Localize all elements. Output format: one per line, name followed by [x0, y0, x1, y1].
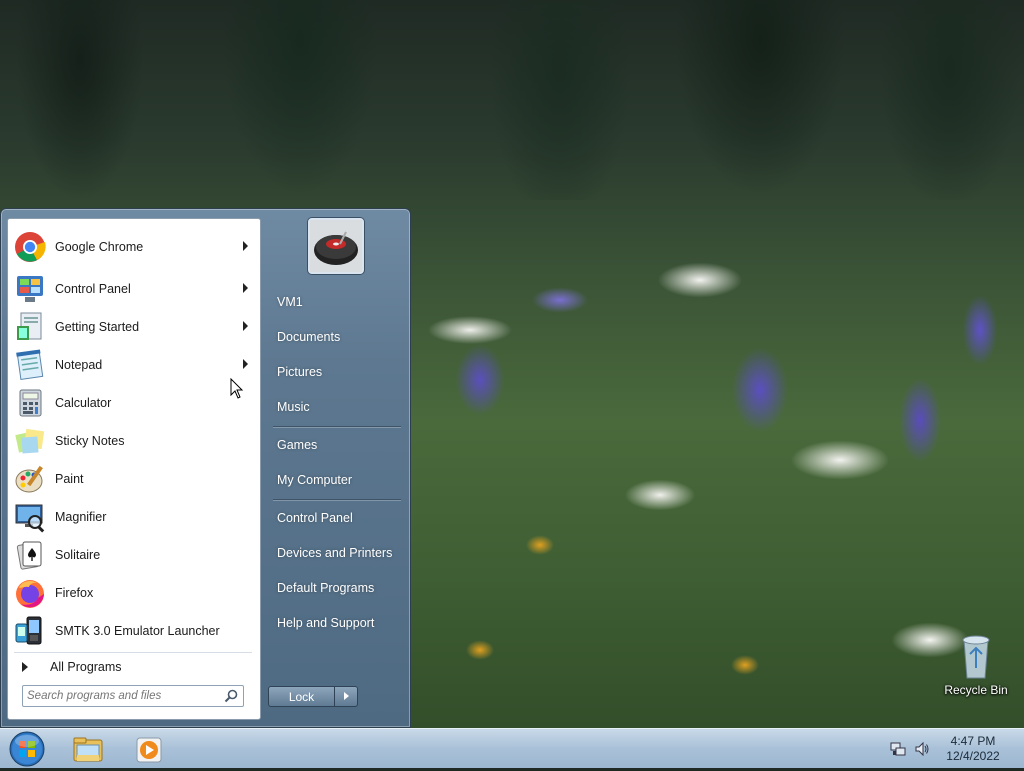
link-label: VM1	[277, 295, 303, 309]
getting-started-icon	[13, 310, 47, 344]
divider	[14, 652, 252, 653]
link-label: Music	[277, 400, 310, 414]
program-label: Magnifier	[55, 510, 107, 524]
start-orb-icon[interactable]	[8, 730, 46, 768]
expand-arrow-icon	[22, 662, 28, 672]
search-icon[interactable]	[224, 689, 238, 703]
clock-time: 4:47 PM	[950, 734, 996, 748]
program-calculator[interactable]: Calculator	[10, 385, 258, 421]
recycle-bin[interactable]: Recycle Bin	[944, 632, 1008, 702]
program-magnifier[interactable]: Magnifier	[10, 499, 258, 535]
divider	[273, 426, 401, 427]
control-panel-link[interactable]: Control Panel	[271, 503, 403, 533]
submenu-arrow-icon[interactable]	[243, 283, 248, 293]
solitaire-icon	[13, 538, 47, 572]
program-notepad[interactable]: Notepad	[10, 347, 258, 383]
all-programs-button[interactable]: All Programs	[10, 655, 258, 679]
program-label: Notepad	[55, 358, 103, 372]
default-programs-link[interactable]: Default Programs	[271, 573, 403, 603]
link-label: Games	[277, 438, 318, 452]
explorer-icon[interactable]	[70, 731, 106, 767]
link-label: Pictures	[277, 365, 323, 379]
music-link[interactable]: Music	[271, 392, 403, 422]
firefox-icon	[13, 576, 47, 610]
help-support-link[interactable]: Help and Support	[271, 608, 403, 638]
sticky-notes-icon	[13, 424, 47, 458]
search-box[interactable]	[22, 685, 244, 707]
program-label: Solitaire	[55, 548, 101, 562]
taskbar: 4:47 PM 12/4/2022	[0, 728, 1024, 768]
link-label: Help and Support	[277, 616, 375, 630]
program-firefox[interactable]: Firefox	[10, 575, 258, 611]
desktop-wallpaper	[0, 0, 1024, 200]
link-label: Documents	[277, 330, 341, 344]
search-input[interactable]	[27, 688, 217, 704]
my-computer-link[interactable]: My Computer	[271, 465, 403, 495]
network-icon[interactable]	[890, 741, 906, 757]
divider	[273, 499, 401, 500]
program-control-panel[interactable]: Control Panel	[10, 271, 258, 307]
program-label: Google Chrome	[55, 240, 144, 254]
system-clock[interactable]: 4:47 PM 12/4/2022	[938, 734, 1008, 764]
lock-label: Lock	[288, 689, 315, 704]
lock-button[interactable]: Lock	[268, 686, 335, 707]
recycle-bin-icon	[962, 635, 990, 679]
program-label: Control Panel	[55, 282, 131, 296]
program-label: Sticky Notes	[55, 434, 125, 448]
program-label: Calculator	[55, 396, 112, 410]
paint-icon	[13, 462, 47, 496]
volume-icon[interactable]	[914, 741, 930, 757]
games-link[interactable]: Games	[271, 430, 403, 460]
submenu-arrow-icon[interactable]	[243, 321, 248, 331]
link-label: My Computer	[277, 473, 353, 487]
smtk-icon	[13, 614, 47, 648]
submenu-arrow-icon[interactable]	[243, 241, 248, 251]
link-label: Devices and Printers	[277, 546, 393, 560]
media-player-icon[interactable]	[131, 731, 167, 767]
program-label: Firefox	[55, 586, 94, 600]
notepad-icon	[13, 348, 47, 382]
program-solitaire[interactable]: Solitaire	[10, 537, 258, 573]
magnifier-icon	[13, 500, 47, 534]
program-paint[interactable]: Paint	[10, 461, 258, 497]
control-panel-icon	[13, 272, 47, 306]
user-folder-link[interactable]: VM1	[271, 287, 403, 317]
recycle-bin-label: Recycle Bin	[944, 683, 1008, 697]
start-menu: Google Chrome Control Panel Getting Star…	[0, 208, 411, 728]
all-programs-label: All Programs	[50, 660, 122, 674]
mouse-cursor-icon	[230, 377, 244, 400]
program-label: Paint	[55, 472, 84, 486]
devices-printers-link[interactable]: Devices and Printers	[271, 538, 403, 568]
user-avatar-icon[interactable]	[308, 218, 364, 274]
program-smtk-emulator-launcher[interactable]: SMTK 3.0 Emulator Launcher	[10, 613, 258, 649]
documents-link[interactable]: Documents	[271, 322, 403, 352]
chrome-icon	[13, 230, 47, 264]
program-getting-started[interactable]: Getting Started	[10, 309, 258, 345]
program-sticky-notes[interactable]: Sticky Notes	[10, 423, 258, 459]
link-label: Control Panel	[277, 511, 353, 525]
shutdown-options-arrow-icon[interactable]	[335, 686, 358, 707]
pictures-link[interactable]: Pictures	[271, 357, 403, 387]
program-label: Getting Started	[55, 320, 140, 334]
link-label: Default Programs	[277, 581, 375, 595]
calculator-icon	[13, 386, 47, 420]
submenu-arrow-icon[interactable]	[243, 359, 248, 369]
program-google-chrome[interactable]: Google Chrome	[10, 229, 258, 265]
start-menu-programs-pane: Google Chrome Control Panel Getting Star…	[7, 218, 261, 720]
clock-date: 12/4/2022	[946, 749, 1000, 763]
program-label: SMTK 3.0 Emulator Launcher	[55, 624, 220, 638]
